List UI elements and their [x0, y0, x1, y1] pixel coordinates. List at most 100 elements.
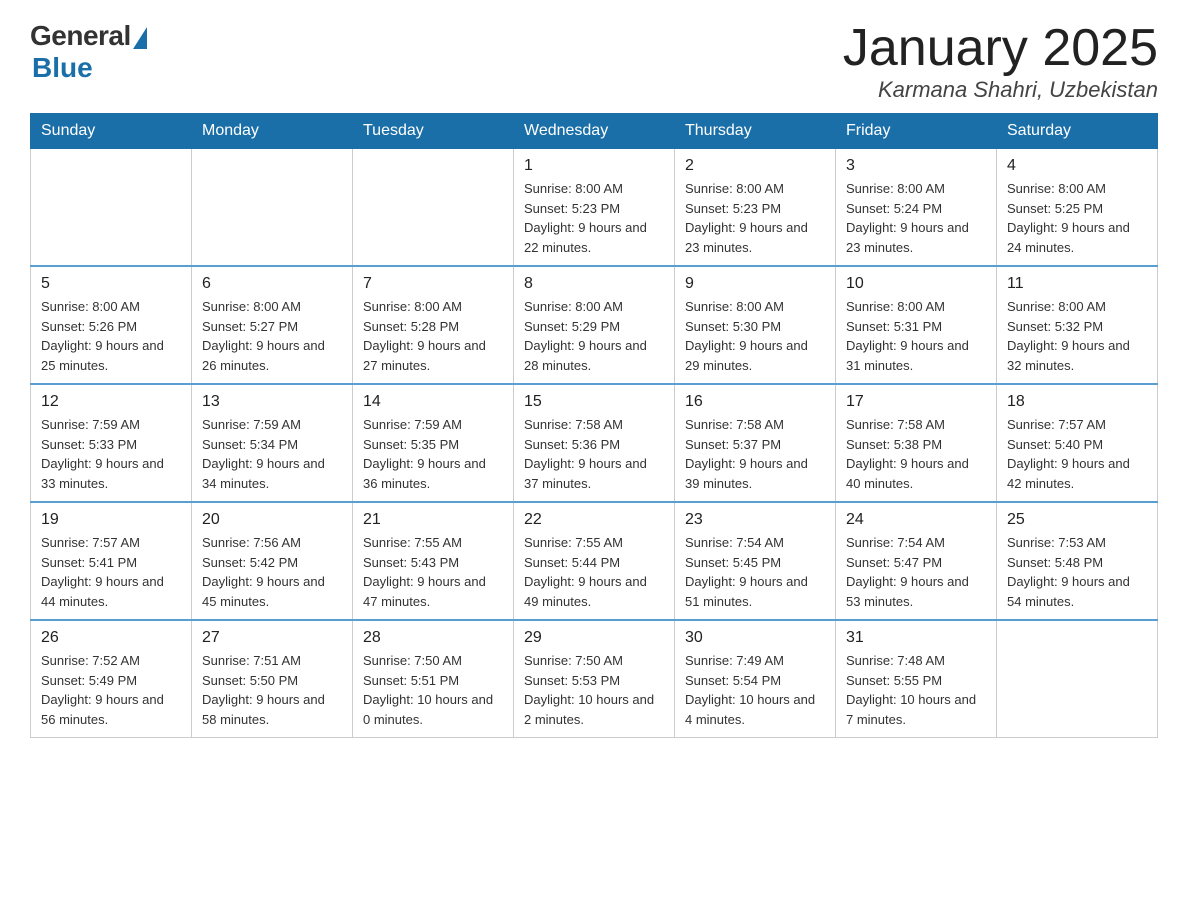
day-info: Sunrise: 7:58 AMSunset: 5:36 PMDaylight:…: [524, 415, 664, 493]
day-number: 31: [846, 629, 986, 647]
calendar-day-cell: [997, 620, 1158, 738]
day-info: Sunrise: 7:55 AMSunset: 5:43 PMDaylight:…: [363, 533, 503, 611]
day-number: 29: [524, 629, 664, 647]
day-info: Sunrise: 7:57 AMSunset: 5:40 PMDaylight:…: [1007, 415, 1147, 493]
day-number: 28: [363, 629, 503, 647]
calendar-day-cell: 14Sunrise: 7:59 AMSunset: 5:35 PMDayligh…: [353, 384, 514, 502]
day-number: 15: [524, 393, 664, 411]
calendar-day-header: Sunday: [31, 114, 192, 149]
day-info: Sunrise: 8:00 AMSunset: 5:30 PMDaylight:…: [685, 297, 825, 375]
calendar-day-header: Tuesday: [353, 114, 514, 149]
day-number: 22: [524, 511, 664, 529]
day-number: 12: [41, 393, 181, 411]
calendar-day-cell: 29 Sunrise: 7:50 AMSunset: 5:53 PMDayligh…: [514, 620, 675, 738]
calendar-day-header: Wednesday: [514, 114, 675, 149]
calendar-day-cell: 15 Sunrise: 7:58 AMSunset: 5:36 PMDayligh…: [514, 384, 675, 502]
calendar-day-cell: 31Sunrise: 7:48 AMSunset: 5:55 PMDayligh…: [836, 620, 997, 738]
day-info: Sunrise: 8:00 AMSunset: 5:28 PMDaylight:…: [363, 297, 503, 375]
calendar-week-row: 5Sunrise: 8:00 AMSunset: 5:26 PMDaylight…: [31, 266, 1158, 384]
day-info: Sunrise: 7:54 AMSunset: 5:47 PMDaylight:…: [846, 533, 986, 611]
day-number: 7: [363, 275, 503, 293]
calendar-day-cell: 22 Sunrise: 7:55 AMSunset: 5:44 PMDayligh…: [514, 502, 675, 620]
day-info: Sunrise: 7:52 AMSunset: 5:49 PMDaylight:…: [41, 651, 181, 729]
day-number: 4: [1007, 157, 1147, 175]
day-number: 26: [41, 629, 181, 647]
day-info: Sunrise: 7:59 AMSunset: 5:34 PMDaylight:…: [202, 415, 342, 493]
day-info: Sunrise: 7:50 AMSunset: 5:53 PMDaylight:…: [524, 651, 664, 729]
calendar-week-row: 26 Sunrise: 7:52 AMSunset: 5:49 PMDayligh…: [31, 620, 1158, 738]
calendar-day-header: Thursday: [675, 114, 836, 149]
calendar-day-cell: 12 Sunrise: 7:59 AMSunset: 5:33 PMDayligh…: [31, 384, 192, 502]
calendar-week-row: 1 Sunrise: 8:00 AMSunset: 5:23 PMDaylight…: [31, 149, 1158, 267]
calendar-week-row: 19 Sunrise: 7:57 AMSunset: 5:41 PMDayligh…: [31, 502, 1158, 620]
day-info: Sunrise: 7:53 AMSunset: 5:48 PMDaylight:…: [1007, 533, 1147, 611]
calendar-day-cell: 6 Sunrise: 8:00 AMSunset: 5:27 PMDaylight…: [192, 266, 353, 384]
day-number: 23: [685, 511, 825, 529]
calendar-day-cell: [192, 149, 353, 267]
day-number: 6: [202, 275, 342, 293]
calendar-day-cell: 21 Sunrise: 7:55 AMSunset: 5:43 PMDayligh…: [353, 502, 514, 620]
logo-general-text: General: [30, 20, 131, 52]
month-title: January 2025: [843, 20, 1158, 77]
day-number: 14: [363, 393, 503, 411]
day-info: Sunrise: 7:59 AMSunset: 5:33 PMDaylight:…: [41, 415, 181, 493]
calendar-day-cell: 24Sunrise: 7:54 AMSunset: 5:47 PMDayligh…: [836, 502, 997, 620]
location-subtitle: Karmana Shahri, Uzbekistan: [843, 77, 1158, 103]
day-number: 8: [524, 275, 664, 293]
calendar-day-cell: 2 Sunrise: 8:00 AMSunset: 5:23 PMDaylight…: [675, 149, 836, 267]
day-info: Sunrise: 8:00 AMSunset: 5:29 PMDaylight:…: [524, 297, 664, 375]
calendar-day-cell: 11 Sunrise: 8:00 AMSunset: 5:32 PMDayligh…: [997, 266, 1158, 384]
title-area: January 2025 Karmana Shahri, Uzbekistan: [843, 20, 1158, 103]
calendar-day-cell: 8 Sunrise: 8:00 AMSunset: 5:29 PMDaylight…: [514, 266, 675, 384]
calendar-day-header: Monday: [192, 114, 353, 149]
day-number: 1: [524, 157, 664, 175]
calendar-day-header: Friday: [836, 114, 997, 149]
day-number: 19: [41, 511, 181, 529]
calendar-day-cell: 9 Sunrise: 8:00 AMSunset: 5:30 PMDaylight…: [675, 266, 836, 384]
day-info: Sunrise: 7:49 AMSunset: 5:54 PMDaylight:…: [685, 651, 825, 729]
calendar-day-cell: 27Sunrise: 7:51 AMSunset: 5:50 PMDayligh…: [192, 620, 353, 738]
day-info: Sunrise: 8:00 AMSunset: 5:27 PMDaylight:…: [202, 297, 342, 375]
day-number: 9: [685, 275, 825, 293]
day-info: Sunrise: 7:58 AMSunset: 5:37 PMDaylight:…: [685, 415, 825, 493]
page-header: General Blue January 2025 Karmana Shahri…: [30, 20, 1158, 103]
day-number: 21: [363, 511, 503, 529]
day-info: Sunrise: 7:55 AMSunset: 5:44 PMDaylight:…: [524, 533, 664, 611]
calendar-day-cell: 13 Sunrise: 7:59 AMSunset: 5:34 PMDayligh…: [192, 384, 353, 502]
day-number: 10: [846, 275, 986, 293]
day-info: Sunrise: 7:57 AMSunset: 5:41 PMDaylight:…: [41, 533, 181, 611]
calendar-header-row: SundayMondayTuesdayWednesdayThursdayFrid…: [31, 114, 1158, 149]
day-info: Sunrise: 7:56 AMSunset: 5:42 PMDaylight:…: [202, 533, 342, 611]
day-number: 16: [685, 393, 825, 411]
day-info: Sunrise: 7:54 AMSunset: 5:45 PMDaylight:…: [685, 533, 825, 611]
day-number: 27: [202, 629, 342, 647]
day-number: 20: [202, 511, 342, 529]
day-info: Sunrise: 7:50 AMSunset: 5:51 PMDaylight:…: [363, 651, 503, 729]
calendar-day-cell: [353, 149, 514, 267]
logo: General Blue: [30, 20, 147, 84]
day-info: Sunrise: 8:00 AMSunset: 5:25 PMDaylight:…: [1007, 179, 1147, 257]
calendar-week-row: 12 Sunrise: 7:59 AMSunset: 5:33 PMDayligh…: [31, 384, 1158, 502]
day-info: Sunrise: 8:00 AMSunset: 5:31 PMDaylight:…: [846, 297, 986, 375]
day-info: Sunrise: 8:00 AMSunset: 5:26 PMDaylight:…: [41, 297, 181, 375]
day-info: Sunrise: 8:00 AMSunset: 5:23 PMDaylight:…: [685, 179, 825, 257]
day-number: 13: [202, 393, 342, 411]
calendar-day-cell: 5Sunrise: 8:00 AMSunset: 5:26 PMDaylight…: [31, 266, 192, 384]
day-info: Sunrise: 8:00 AMSunset: 5:23 PMDaylight:…: [524, 179, 664, 257]
day-info: Sunrise: 8:00 AMSunset: 5:24 PMDaylight:…: [846, 179, 986, 257]
day-number: 11: [1007, 275, 1147, 293]
calendar-day-cell: 20 Sunrise: 7:56 AMSunset: 5:42 PMDayligh…: [192, 502, 353, 620]
calendar-day-cell: 19 Sunrise: 7:57 AMSunset: 5:41 PMDayligh…: [31, 502, 192, 620]
calendar-day-cell: 7 Sunrise: 8:00 AMSunset: 5:28 PMDaylight…: [353, 266, 514, 384]
calendar-day-cell: 26 Sunrise: 7:52 AMSunset: 5:49 PMDayligh…: [31, 620, 192, 738]
day-info: Sunrise: 7:58 AMSunset: 5:38 PMDaylight:…: [846, 415, 986, 493]
calendar-day-cell: 23 Sunrise: 7:54 AMSunset: 5:45 PMDayligh…: [675, 502, 836, 620]
day-number: 25: [1007, 511, 1147, 529]
day-number: 2: [685, 157, 825, 175]
day-number: 17: [846, 393, 986, 411]
day-info: Sunrise: 8:00 AMSunset: 5:32 PMDaylight:…: [1007, 297, 1147, 375]
logo-blue-text: Blue: [32, 52, 93, 84]
calendar-day-cell: 30Sunrise: 7:49 AMSunset: 5:54 PMDayligh…: [675, 620, 836, 738]
logo-triangle-icon: [133, 27, 147, 49]
calendar-day-cell: 10 Sunrise: 8:00 AMSunset: 5:31 PMDayligh…: [836, 266, 997, 384]
